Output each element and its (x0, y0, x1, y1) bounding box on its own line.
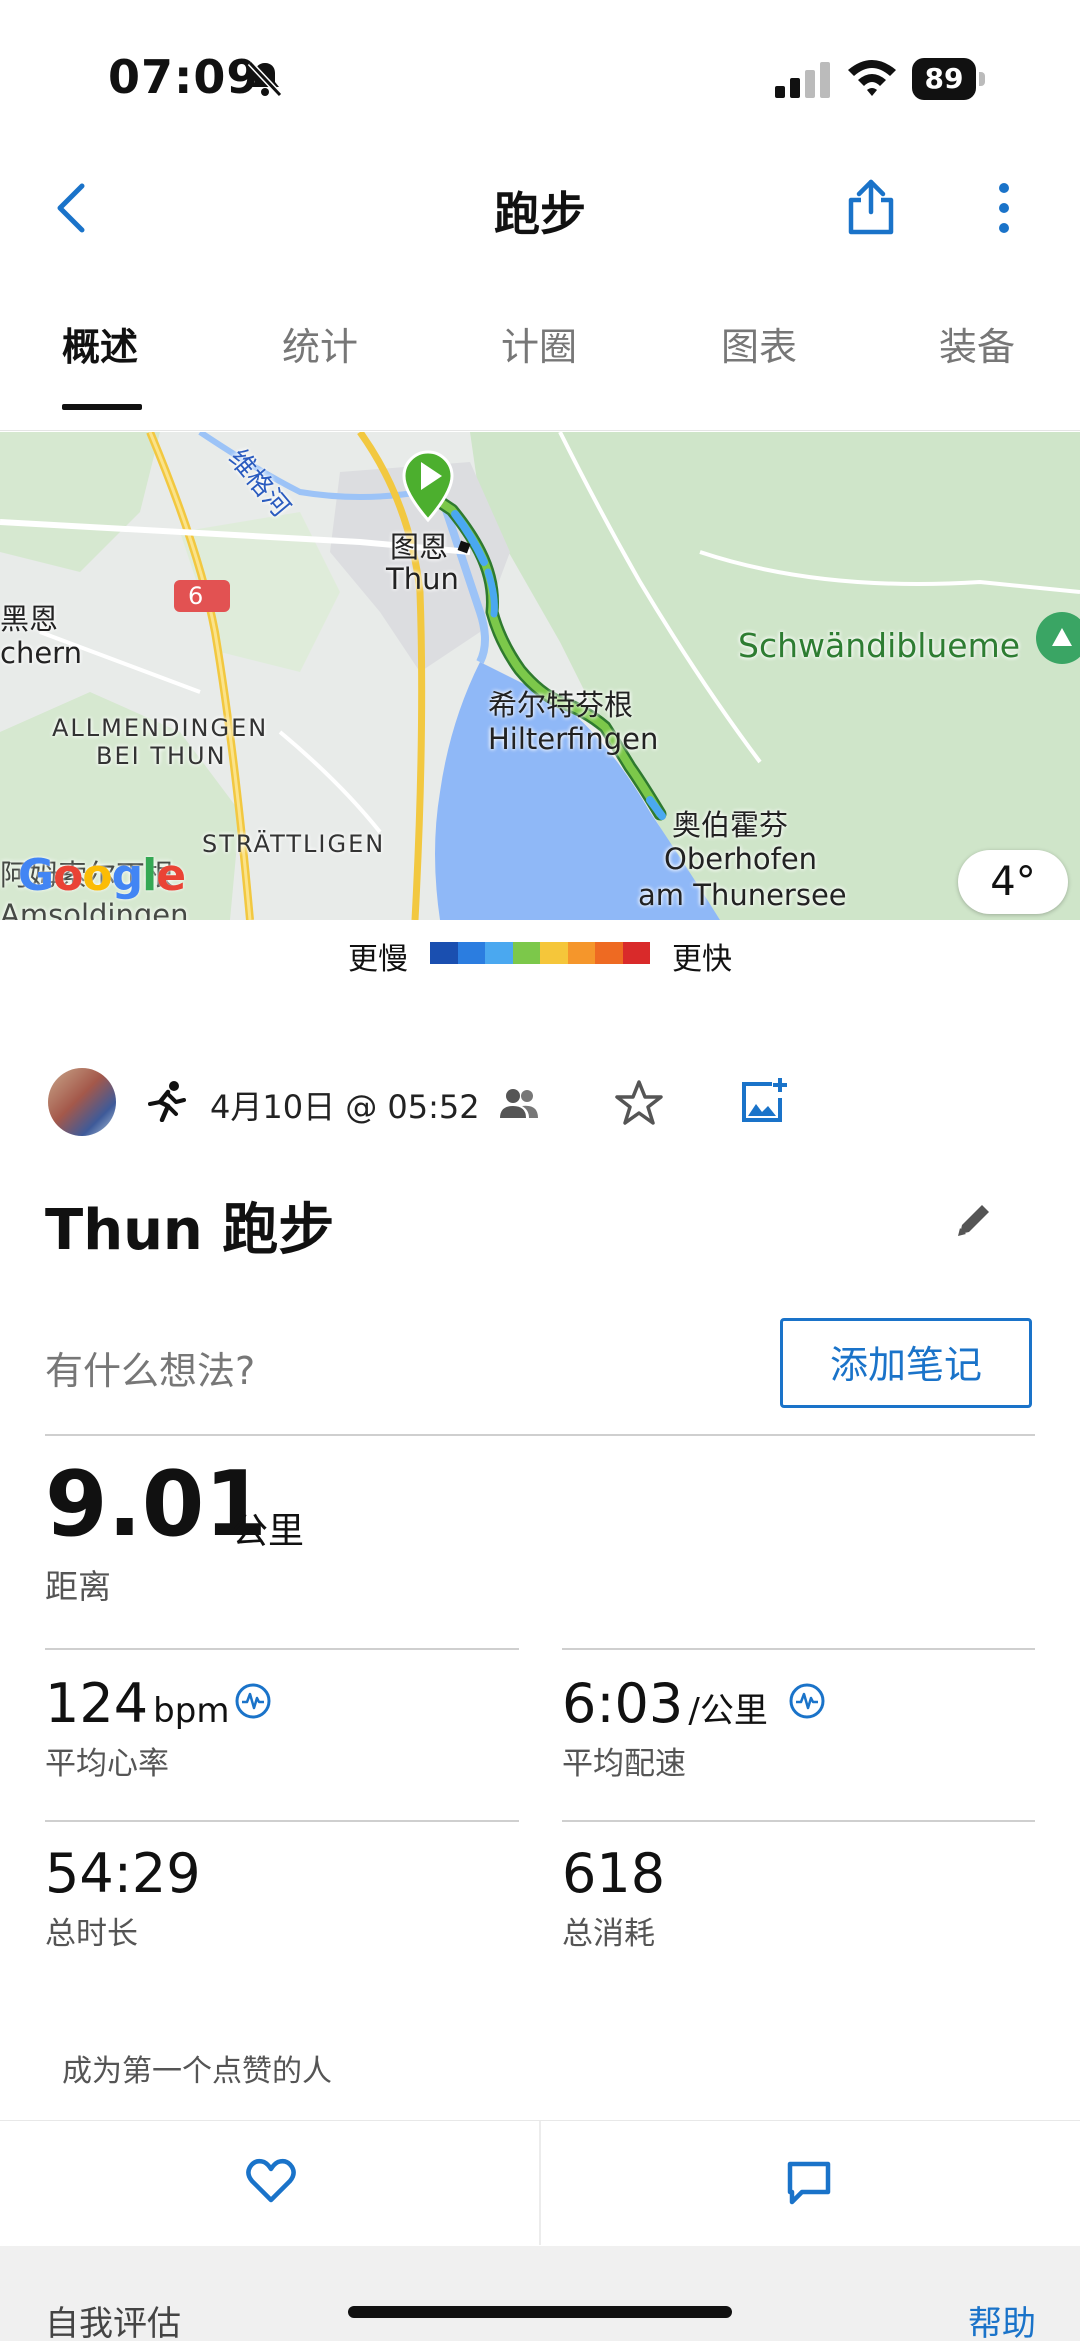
divider (45, 1434, 1035, 1436)
map-label-road-number: 6 (188, 582, 204, 610)
activity-date: 4月10日 @ 05:52 (210, 1088, 480, 1126)
map-label-oberhofen-1: Oberhofen (664, 842, 818, 876)
thoughts-input[interactable]: 有什么想法? (45, 1340, 255, 1395)
total-time-value: 54:29 (45, 1842, 201, 1905)
avg-pace-stat[interactable]: 6:03 /公里 (562, 1672, 768, 1735)
tab-gear[interactable]: 装备 (939, 316, 1015, 371)
distance-unit: 公里 (232, 1511, 305, 1552)
battery-icon: 89 (912, 58, 986, 100)
running-icon (148, 1081, 186, 1122)
more-vertical-icon[interactable] (986, 180, 1022, 236)
map-label-thun-cn: 图恩 (390, 530, 449, 564)
map-label-schwarzenegg: chern (0, 636, 82, 670)
divider (45, 1820, 519, 1822)
action-bar (0, 2120, 1080, 2245)
avg-hr-label: 平均心率 (45, 1746, 169, 1782)
map-label-schwandibluem: Schwändiblueme (738, 626, 1021, 665)
map-label-strattligen: STRÄTTLIGEN (202, 830, 386, 858)
pace-color-swatch-4 (540, 942, 568, 964)
tab-charts[interactable]: 图表 (721, 316, 797, 371)
tab-bar: 概述 统计 计圈 图表 装备 (0, 310, 1080, 431)
avg-hr-value: 124 (45, 1672, 149, 1735)
active-tab-indicator (62, 404, 142, 410)
map-label-schwarzenegg-cn: 黑恩 (0, 602, 59, 636)
pace-color-swatch-7 (622, 942, 650, 964)
pace-color-swatch-3 (512, 942, 540, 964)
map-label-amsoldingen: Amsoldingen (0, 898, 189, 920)
divider (45, 1648, 519, 1650)
heart-icon[interactable] (244, 2154, 298, 2208)
pace-color-swatch-0 (430, 942, 458, 964)
avg-hr-unit: bpm (153, 1691, 230, 1731)
pencil-icon[interactable] (952, 1198, 996, 1242)
total-calories-value: 618 (562, 1842, 666, 1905)
avg-pace-value: 6:03 (562, 1672, 684, 1735)
map-label-oberhofen-cn: 奥伯霍芬 (672, 808, 789, 842)
temperature-badge: 4° (958, 850, 1068, 914)
legend-faster-label: 更快 (672, 942, 732, 977)
page-title: 跑步 (494, 187, 586, 241)
heart-rate-chart-icon[interactable] (234, 1682, 272, 1720)
map-label-thun: Thun (386, 562, 459, 596)
battery-level: 89 (912, 58, 976, 100)
self-evaluation-label: 自我评估 (45, 2304, 181, 2344)
tab-stats[interactable]: 统计 (282, 316, 358, 371)
signal-icon (775, 62, 830, 98)
pace-color-swatch-2 (485, 942, 513, 964)
people-icon[interactable] (498, 1086, 540, 1120)
wifi-icon (848, 60, 896, 96)
total-time-label: 总时长 (45, 1916, 138, 1952)
home-indicator[interactable] (348, 2306, 732, 2318)
route-map[interactable]: 维格河 6 图恩 Thun 黑恩 chern ALLMENDINGEN BEI … (0, 432, 1080, 920)
help-link[interactable]: 帮助 (968, 2296, 1036, 2345)
map-label-allmendingen-2: BEI THUN (96, 742, 227, 770)
map-label-oberhofen-2: am Thunersee (638, 878, 847, 912)
avg-pace-label: 平均配速 (562, 1746, 686, 1782)
map-label-hilterfingen-cn: 希尔特芬根 (488, 688, 634, 722)
map-label-hilterfingen: Hilterfingen (488, 722, 659, 756)
status-time: 07:09 (108, 50, 260, 104)
distance-label: 距离 (45, 1567, 111, 1606)
add-note-button[interactable]: 添加笔记 (780, 1318, 1032, 1408)
comment-icon[interactable] (784, 2158, 834, 2208)
pace-color-scale (430, 942, 650, 964)
first-like-text: 成为第一个点赞的人 (62, 2054, 332, 2089)
map-label-allmendingen-1: ALLMENDINGEN (52, 714, 269, 742)
divider (562, 1648, 1035, 1650)
total-calories-label: 总消耗 (562, 1916, 655, 1952)
share-icon[interactable] (845, 176, 897, 236)
avg-pace-unit: /公里 (688, 1691, 768, 1731)
legend-slower-label: 更慢 (348, 942, 408, 977)
pace-color-swatch-1 (457, 942, 485, 964)
tab-laps[interactable]: 计圈 (501, 316, 577, 371)
add-photo-icon[interactable] (738, 1076, 788, 1126)
bell-slash-icon (247, 60, 283, 98)
avatar[interactable] (48, 1068, 116, 1136)
pace-color-swatch-6 (595, 942, 623, 964)
pace-color-swatch-5 (567, 942, 595, 964)
star-icon[interactable] (614, 1078, 664, 1128)
activity-title: Thun 跑步 (45, 1198, 335, 1263)
tab-overview[interactable]: 概述 (62, 316, 138, 371)
divider (562, 1820, 1035, 1822)
google-logo: Google (18, 850, 186, 901)
avg-hr-stat[interactable]: 124 bpm (45, 1672, 229, 1735)
pace-legend: 更慢 更快 (0, 930, 1080, 977)
pace-chart-icon[interactable] (788, 1682, 826, 1720)
